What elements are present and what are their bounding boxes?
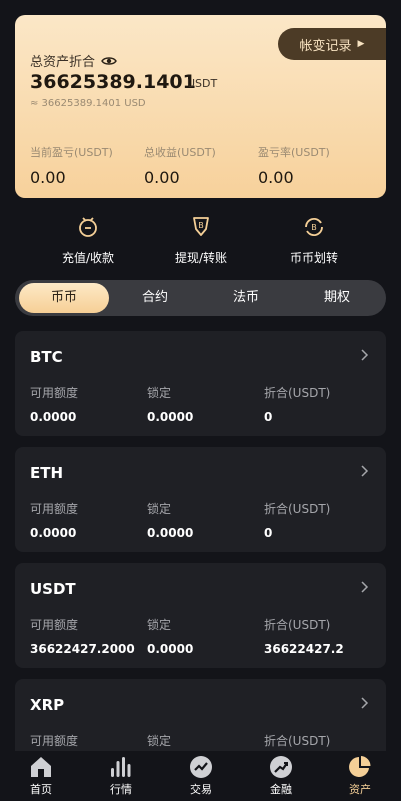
eye-icon[interactable] (101, 53, 117, 69)
withdraw-button[interactable]: B 提现/转账 (151, 215, 251, 266)
asset-value: 0.0000 (30, 526, 77, 540)
deposit-button[interactable]: 充值/收款 (38, 215, 138, 266)
action-label: 提现/转账 (174, 251, 228, 265)
deposit-icon (79, 217, 97, 237)
asset-name: BTC (30, 348, 63, 366)
nav-home[interactable]: 首页 (1, 755, 81, 797)
asset-value: 0.0000 (147, 526, 194, 540)
asset-label: 可用额度 (30, 386, 79, 400)
metric-label: 盈亏率(USDT) (258, 146, 330, 159)
asset-summary-card: 总资产折合 帐变记录 ▶ 36625389.1401 USDT ≈ 366253… (15, 15, 386, 198)
market-icon (111, 757, 131, 777)
nav-label: 资产 (349, 783, 371, 796)
asset-label: 锁定 (147, 618, 172, 632)
metric-value: 0.00 (30, 168, 66, 187)
asset-value: 0.0000 (30, 410, 77, 424)
asset-value: 0.0000 (147, 410, 194, 424)
nav-market[interactable]: 行情 (81, 755, 161, 797)
asset-converted: 折合(USDT) 0 (264, 500, 330, 540)
chevron-right-icon (361, 349, 369, 361)
asset-converted: 折合(USDT) 0 (264, 384, 330, 424)
asset-available: 可用额度 0.0000 (30, 500, 78, 540)
asset-label: 锁定 (147, 386, 172, 400)
asset-label: 折合(USDT) (264, 734, 331, 748)
total-unit: USDT (187, 77, 218, 90)
asset-name: XRP (30, 696, 65, 714)
chevron-right-icon (361, 697, 369, 709)
asset-available: 可用额度 36622427.2000 (30, 616, 135, 656)
nav-label: 交易 (190, 783, 212, 796)
metric-label: 当前盈亏(USDT) (30, 146, 113, 159)
record-button-label: 帐变记录 (299, 38, 352, 54)
transfer-icon: B (305, 217, 323, 237)
transfer-button[interactable]: B 币币划转 (264, 215, 364, 266)
approx-value: ≈ 36625389.1401 USD (30, 98, 146, 109)
chevron-right-icon (361, 581, 369, 593)
asset-value: 36622427.2 (264, 642, 344, 656)
svg-text:B: B (198, 221, 204, 230)
asset-value: 36622427.2000 (30, 642, 135, 656)
metric-value: 0.00 (258, 168, 294, 187)
action-label: 币币划转 (289, 251, 338, 265)
metric-total-income: 总收益(USDT) 0.00 (144, 144, 216, 187)
tab-options[interactable]: 期权 (292, 283, 382, 313)
asset-label: 折合(USDT) (264, 618, 331, 632)
asset-card-usdt[interactable]: USDT 可用额度 36622427.2000 锁定 0.0000 折合(USD… (15, 563, 386, 668)
quick-actions: 充值/收款 B 提现/转账 B 币币划转 (0, 215, 401, 270)
bottom-nav: 首页 行情 交易 金融 资产 (0, 751, 401, 801)
asset-card-eth[interactable]: ETH 可用额度 0.0000 锁定 0.0000 折合(USDT) 0 (15, 447, 386, 552)
asset-name: USDT (30, 580, 76, 598)
metric-current-pnl: 当前盈亏(USDT) 0.00 (30, 144, 113, 187)
nav-finance[interactable]: 金融 (241, 755, 321, 797)
asset-card-btc[interactable]: BTC 可用额度 0.0000 锁定 0.0000 折合(USDT) 0 (15, 331, 386, 436)
asset-converted: 折合(USDT) 36622427.2 (264, 616, 344, 656)
asset-card-xrp[interactable]: XRP 可用额度 锁定 折合(USDT) (15, 679, 386, 751)
asset-locked: 锁定 0.0000 (147, 384, 193, 424)
nav-assets[interactable]: 资产 (320, 755, 400, 797)
caret-right-icon: ▶ (357, 39, 365, 49)
asset-label: 可用额度 (30, 618, 79, 632)
nav-label: 行情 (110, 783, 132, 796)
asset-locked: 锁定 0.0000 (147, 616, 193, 656)
summary-title: 总资产折合 (30, 55, 96, 70)
tab-contract[interactable]: 合约 (110, 283, 200, 313)
asset-available: 可用额度 (30, 732, 78, 749)
tab-spot[interactable]: 币币 (19, 283, 109, 313)
metric-label: 总收益(USDT) (144, 146, 216, 159)
total-value: 36625389.1401 (30, 71, 196, 93)
action-label: 充值/收款 (61, 251, 115, 265)
asset-label: 折合(USDT) (264, 502, 331, 516)
assets-icon (349, 756, 371, 777)
trade-icon (190, 756, 212, 778)
metric-pnl-rate: 盈亏率(USDT) 0.00 (258, 144, 330, 187)
asset-name: ETH (30, 464, 64, 482)
finance-icon (270, 756, 292, 778)
nav-label: 首页 (30, 783, 52, 796)
asset-label: 折合(USDT) (264, 386, 331, 400)
chevron-right-icon (361, 465, 369, 477)
home-icon (31, 757, 51, 777)
asset-label: 锁定 (147, 734, 172, 748)
metric-value: 0.00 (144, 168, 180, 187)
summary-title-row: 总资产折合 (30, 51, 117, 70)
withdraw-icon: B (193, 217, 209, 236)
asset-value: 0 (264, 526, 273, 540)
asset-label: 可用额度 (30, 502, 79, 516)
asset-available: 可用额度 0.0000 (30, 384, 78, 424)
account-tabs: 币币 合约 法币 期权 (15, 280, 386, 316)
tab-fiat[interactable]: 法币 (201, 283, 291, 313)
asset-value: 0 (264, 410, 273, 424)
asset-label: 锁定 (147, 502, 172, 516)
transaction-record-button[interactable]: 帐变记录 ▶ (278, 28, 386, 60)
nav-label: 金融 (270, 783, 292, 796)
asset-label: 可用额度 (30, 734, 79, 748)
nav-trade[interactable]: 交易 (161, 755, 241, 797)
svg-text:B: B (311, 223, 317, 232)
asset-locked: 锁定 (147, 732, 171, 749)
asset-value: 0.0000 (147, 642, 194, 656)
asset-locked: 锁定 0.0000 (147, 500, 193, 540)
asset-converted: 折合(USDT) (264, 732, 330, 749)
